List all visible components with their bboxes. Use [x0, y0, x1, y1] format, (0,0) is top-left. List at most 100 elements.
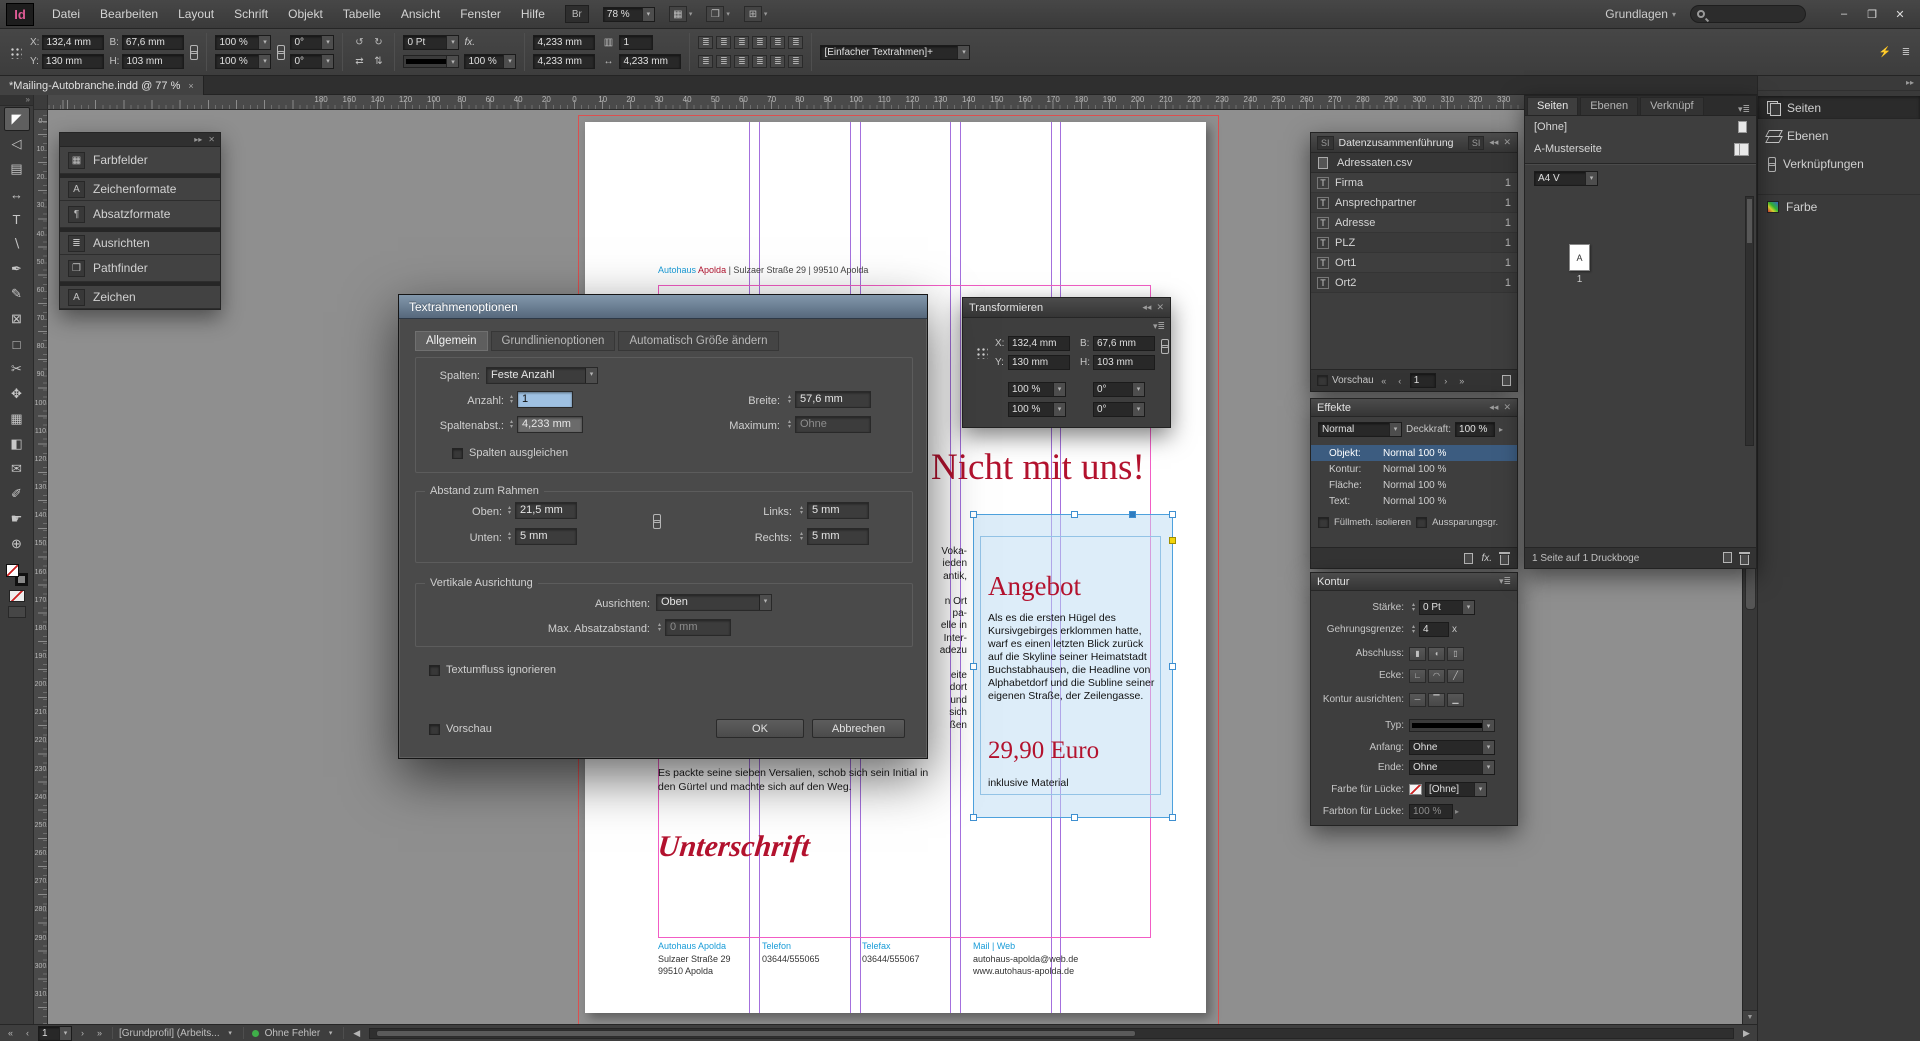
- transform-rotate-field[interactable]: 0°: [1093, 382, 1145, 397]
- dock-item-seiten[interactable]: Seiten: [1758, 96, 1920, 119]
- align-center-icon[interactable]: [716, 36, 731, 49]
- page-thumbnail[interactable]: A: [1569, 244, 1590, 271]
- align-outside-stroke-icon[interactable]: ▁: [1447, 693, 1464, 707]
- corner-edit-handle[interactable]: [1169, 537, 1176, 544]
- paragraph-spacing-field[interactable]: 0 mm: [665, 619, 731, 636]
- gutter-field[interactable]: 4,233 mm: [517, 416, 583, 433]
- frame-handle-n[interactable]: [1071, 511, 1078, 518]
- distribute-2-icon[interactable]: [770, 55, 785, 68]
- body-paragraph[interactable]: Es packte seine sieben Versalien, schob …: [658, 767, 928, 794]
- footer-col-telefon[interactable]: Telefon 03644/555065: [762, 940, 820, 965]
- knockout-group-checkbox[interactable]: [1416, 517, 1427, 528]
- constrain-proportions-icon[interactable]: [189, 45, 198, 60]
- panel-button-pathfinder[interactable]: ❐ Pathfinder: [60, 255, 220, 282]
- menu-tabelle[interactable]: Tabelle: [333, 0, 391, 29]
- frame-handle-sw[interactable]: [970, 814, 977, 821]
- menu-layout[interactable]: Layout: [168, 0, 224, 29]
- type-tool[interactable]: T: [4, 207, 30, 231]
- stroke-weight-field[interactable]: 0 Pt: [1419, 600, 1475, 615]
- maximize-button[interactable]: ❐: [1858, 5, 1886, 24]
- footer-col-telefax[interactable]: Telefax 03644/555067: [862, 940, 920, 965]
- rectangle-frame-tool[interactable]: ⊠: [4, 307, 30, 331]
- inset-bottom-field[interactable]: 4,233 mm: [533, 54, 595, 69]
- fx-icon[interactable]: fx.: [1481, 553, 1492, 564]
- tab-autosize[interactable]: Automatisch Größe ändern: [618, 331, 778, 351]
- align-inside-stroke-icon[interactable]: ▔: [1428, 693, 1445, 707]
- dock-item-farbe[interactable]: Farbe: [1758, 194, 1920, 217]
- data-source-name[interactable]: Adressaten.csv: [1337, 157, 1412, 169]
- neighbor-tab[interactable]: SI: [1317, 136, 1334, 150]
- dialog-title[interactable]: Textrahmenoptionen: [399, 295, 927, 319]
- gap-color-select[interactable]: [Ohne]: [1425, 782, 1487, 797]
- transform-shear-field[interactable]: 0°: [1093, 402, 1145, 417]
- address-line[interactable]: Autohaus Apolda | Sulzaer Straße 29 | 99…: [658, 265, 868, 275]
- signature-text[interactable]: Unterschrift: [656, 830, 811, 864]
- round-cap-icon[interactable]: ◖: [1428, 647, 1445, 661]
- delete-effect-icon[interactable]: [1500, 555, 1509, 565]
- note-tool[interactable]: ✉: [4, 457, 30, 481]
- expand-panels-icon[interactable]: ▸▸: [194, 135, 202, 144]
- width-field[interactable]: 67,6 mm: [122, 35, 184, 50]
- rotate-ccw-icon[interactable]: ↺: [351, 35, 367, 50]
- stroke-start-select[interactable]: Ohne: [1409, 740, 1495, 755]
- constrain-scale-icon[interactable]: [276, 45, 285, 60]
- page-size-row[interactable]: A4 V: [1525, 168, 1756, 188]
- minimize-button[interactable]: –: [1830, 5, 1858, 24]
- transform-constrain-icon[interactable]: [1160, 339, 1169, 354]
- x-position-field[interactable]: 132,4 mm: [42, 35, 104, 50]
- scroll-left-icon[interactable]: ◀: [350, 1028, 363, 1039]
- master-none-row[interactable]: [Ohne]: [1525, 116, 1756, 138]
- reference-point-proxy[interactable]: [9, 46, 22, 59]
- justify-left-icon[interactable]: [752, 36, 767, 49]
- scale-y-field[interactable]: 100 %: [215, 54, 271, 69]
- document-tab[interactable]: *Mailing-Autobranche.indd @ 77 % ×: [0, 76, 204, 95]
- screen-mode-icon[interactable]: ❐: [706, 6, 724, 22]
- gap-tint-flyout-icon[interactable]: ▸: [1455, 807, 1459, 816]
- footer-col-address[interactable]: Autohaus Apolda Sulzaer Straße 29 99510 …: [658, 940, 731, 978]
- search-input[interactable]: [1690, 5, 1806, 23]
- height-field[interactable]: 103 mm: [122, 54, 184, 69]
- tab-grundlinienoptionen[interactable]: Grundlinienoptionen: [491, 331, 616, 351]
- inset-left-field[interactable]: 5 mm: [807, 502, 869, 519]
- align-middle-icon[interactable]: [716, 55, 731, 68]
- ignore-text-wrap-checkbox[interactable]: [429, 665, 440, 676]
- gap-color-swatch[interactable]: [1409, 784, 1422, 795]
- column-count-field[interactable]: 1: [517, 391, 573, 408]
- collapse-panel-icon[interactable]: ◂◂: [1489, 137, 1498, 148]
- control-panel-menu-icon[interactable]: ≣: [1898, 45, 1914, 60]
- bridge-button[interactable]: Br: [565, 5, 589, 23]
- effects-menu-icon[interactable]: fx.: [464, 37, 475, 48]
- scale-x-field[interactable]: 100 %: [215, 35, 271, 50]
- shear-angle-field[interactable]: 0°: [290, 54, 334, 69]
- transform-y-field[interactable]: 130 mm: [1008, 355, 1070, 370]
- isolate-blending-checkbox[interactable]: [1318, 517, 1329, 528]
- line-tool[interactable]: ∖: [4, 232, 30, 256]
- justify-center-icon[interactable]: [770, 36, 785, 49]
- bevel-join-icon[interactable]: ╱: [1447, 669, 1464, 683]
- collapse-panel-icon[interactable]: ◂◂: [1142, 302, 1151, 313]
- page-tool[interactable]: ▤: [4, 157, 30, 181]
- transform-scale-y-field[interactable]: 100 %: [1008, 402, 1066, 417]
- menu-bearbeiten[interactable]: Bearbeiten: [90, 0, 168, 29]
- effects-target-row[interactable]: Fläche: Normal 100 %: [1311, 477, 1517, 493]
- close-panels-icon[interactable]: ✕: [208, 135, 215, 144]
- link-insets-icon[interactable]: [652, 514, 661, 529]
- cancel-button[interactable]: Abbrechen: [812, 719, 905, 738]
- close-panel-icon[interactable]: ✕: [1503, 137, 1511, 148]
- align-center-stroke-icon[interactable]: ─: [1409, 693, 1426, 707]
- align-bottom-icon[interactable]: [734, 55, 749, 68]
- menu-objekt[interactable]: Objekt: [278, 0, 333, 29]
- selected-text-frame[interactable]: Angebot Als es die ersten Hügel des Kurs…: [973, 514, 1173, 818]
- offer-body[interactable]: Als es die ersten Hügel des Kursivgebirg…: [988, 612, 1160, 703]
- hand-tool[interactable]: ☛: [4, 507, 30, 531]
- pages-scrollbar[interactable]: [1745, 196, 1754, 446]
- align-left-icon[interactable]: [698, 36, 713, 49]
- rotation-angle-field[interactable]: 0°: [290, 35, 334, 50]
- quick-apply-icon[interactable]: ⚡: [1877, 45, 1893, 60]
- frame-handle-e[interactable]: [1169, 663, 1176, 670]
- columns-field[interactable]: 1: [619, 35, 653, 50]
- columns-mode-select[interactable]: Feste Anzahl: [486, 367, 598, 384]
- frame-handle-w[interactable]: [970, 663, 977, 670]
- effects-target-row[interactable]: Kontur: Normal 100 %: [1311, 461, 1517, 477]
- miter-join-icon[interactable]: ∟: [1409, 669, 1426, 683]
